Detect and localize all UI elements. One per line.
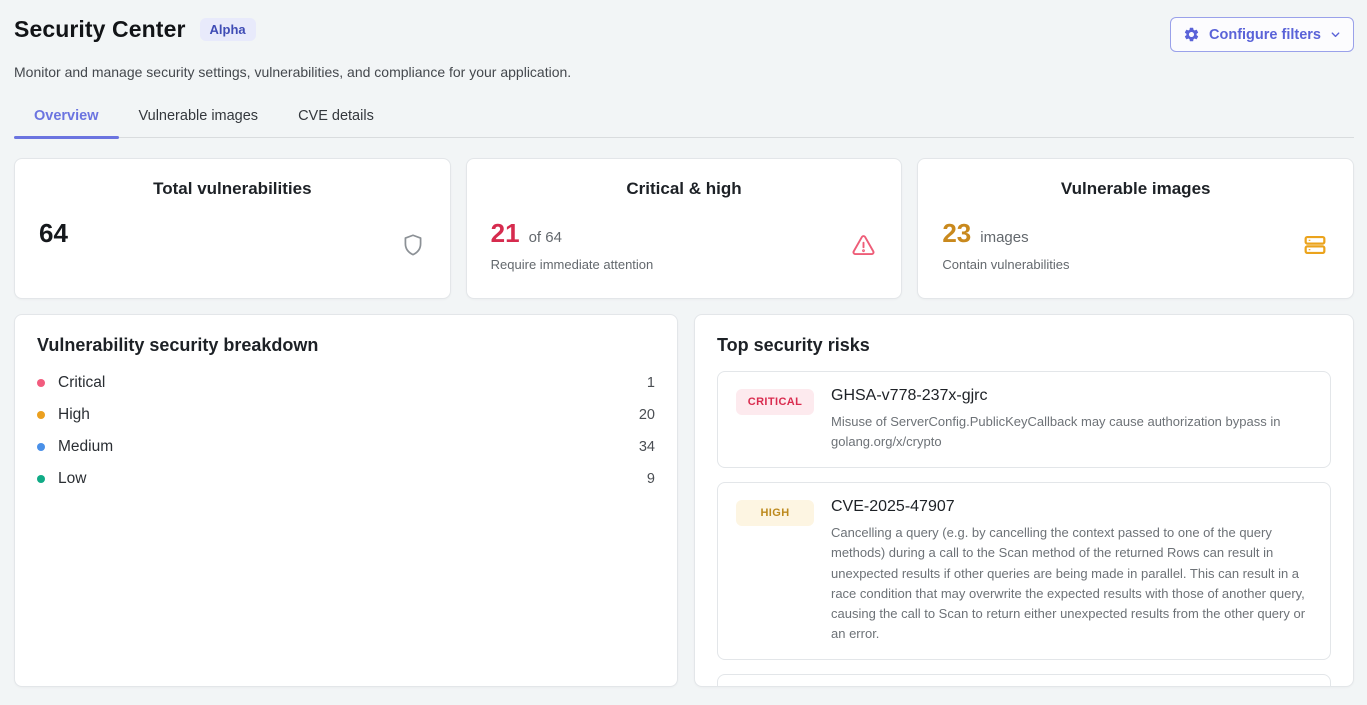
top-risks-title: Top security risks <box>717 335 1331 356</box>
breakdown-list: Critical 1 High 20 Medium 34 Low 9 <box>37 373 655 488</box>
card-title: Vulnerable images <box>942 179 1329 199</box>
vulnerability-breakdown-panel: Vulnerability security breakdown Critica… <box>14 314 678 687</box>
critical-high-suffix: of 64 <box>529 229 562 246</box>
tab-cve-details[interactable]: CVE details <box>278 98 394 137</box>
vulnerable-images-caption: Contain vulnerabilities <box>942 257 1069 272</box>
breakdown-label: Low <box>58 470 86 488</box>
low-dot-icon <box>37 475 45 483</box>
breakdown-row-critical: Critical 1 <box>37 373 655 392</box>
configure-filters-label: Configure filters <box>1209 27 1321 43</box>
breakdown-row-low: Low 9 <box>37 469 655 488</box>
breakdown-row-medium: Medium 34 <box>37 437 655 456</box>
tab-bar: Overview Vulnerable images CVE details <box>14 98 1354 138</box>
shield-icon <box>400 232 426 258</box>
server-icon <box>1301 231 1329 259</box>
security-center-page: Security Center Alpha Configure filters … <box>0 0 1367 687</box>
breakdown-row-high: High 20 <box>37 405 655 424</box>
risk-id: GHSA-v778-237x-gjrc <box>831 387 1312 405</box>
configure-filters-button[interactable]: Configure filters <box>1170 17 1354 52</box>
breakdown-value: 34 <box>639 439 655 455</box>
vulnerable-images-value: 23 <box>942 219 971 248</box>
risk-id: CVE-2025-47907 <box>831 498 1312 516</box>
card-title: Critical & high <box>491 179 878 199</box>
breakdown-title: Vulnerability security breakdown <box>37 335 655 356</box>
critical-high-value: 21 <box>491 219 520 248</box>
top-security-risks-panel: Top security risks CRITICAL GHSA-v778-23… <box>694 314 1354 687</box>
page-header: Security Center Alpha Configure filters <box>14 14 1354 52</box>
stat-card-critical-high: Critical & high 21 of 64 Require immedia… <box>466 158 903 299</box>
panel-row: Vulnerability security breakdown Critica… <box>14 314 1354 687</box>
chevron-down-icon <box>1330 29 1341 40</box>
page-subtitle: Monitor and manage security settings, vu… <box>14 64 1354 80</box>
total-vulnerabilities-value: 64 <box>39 219 68 248</box>
risk-description: Misuse of ServerConfig.PublicKeyCallback… <box>831 412 1312 452</box>
tab-overview[interactable]: Overview <box>14 98 119 137</box>
card-title: Total vulnerabilities <box>39 179 426 199</box>
critical-dot-icon <box>37 379 45 387</box>
page-title: Security Center <box>14 16 186 43</box>
risk-description: Cancelling a query (e.g. by cancelling t… <box>831 523 1312 644</box>
tab-vulnerable-images[interactable]: Vulnerable images <box>119 98 279 137</box>
critical-high-caption: Require immediate attention <box>491 257 654 272</box>
stat-card-row: Total vulnerabilities 64 Critical & high <box>14 158 1354 299</box>
risk-item-cve-2025-47907[interactable]: HIGH CVE-2025-47907 Cancelling a query (… <box>717 482 1331 660</box>
breakdown-value: 20 <box>639 407 655 423</box>
risk-list: CRITICAL GHSA-v778-237x-gjrc Misuse of S… <box>717 371 1331 687</box>
gear-icon <box>1183 26 1200 43</box>
high-dot-icon <box>37 411 45 419</box>
breakdown-label: High <box>58 406 90 424</box>
warning-triangle-icon <box>850 232 877 259</box>
severity-badge: HIGH <box>736 500 814 526</box>
breakdown-label: Medium <box>58 438 113 456</box>
vulnerable-images-suffix: images <box>980 229 1028 246</box>
breakdown-value: 9 <box>647 471 655 487</box>
breakdown-value: 1 <box>647 375 655 391</box>
stat-card-total-vulnerabilities: Total vulnerabilities 64 <box>14 158 451 299</box>
risk-item-cve-2025-9086[interactable]: HIGH CVE-2025-9086 <box>717 674 1331 687</box>
stat-card-vulnerable-images: Vulnerable images 23 images Contain vuln… <box>917 158 1354 299</box>
medium-dot-icon <box>37 443 45 451</box>
severity-badge: CRITICAL <box>736 389 814 415</box>
alpha-badge: Alpha <box>200 18 256 41</box>
risk-item-ghsa-v778-237x-gjrc[interactable]: CRITICAL GHSA-v778-237x-gjrc Misuse of S… <box>717 371 1331 468</box>
breakdown-label: Critical <box>58 374 105 392</box>
